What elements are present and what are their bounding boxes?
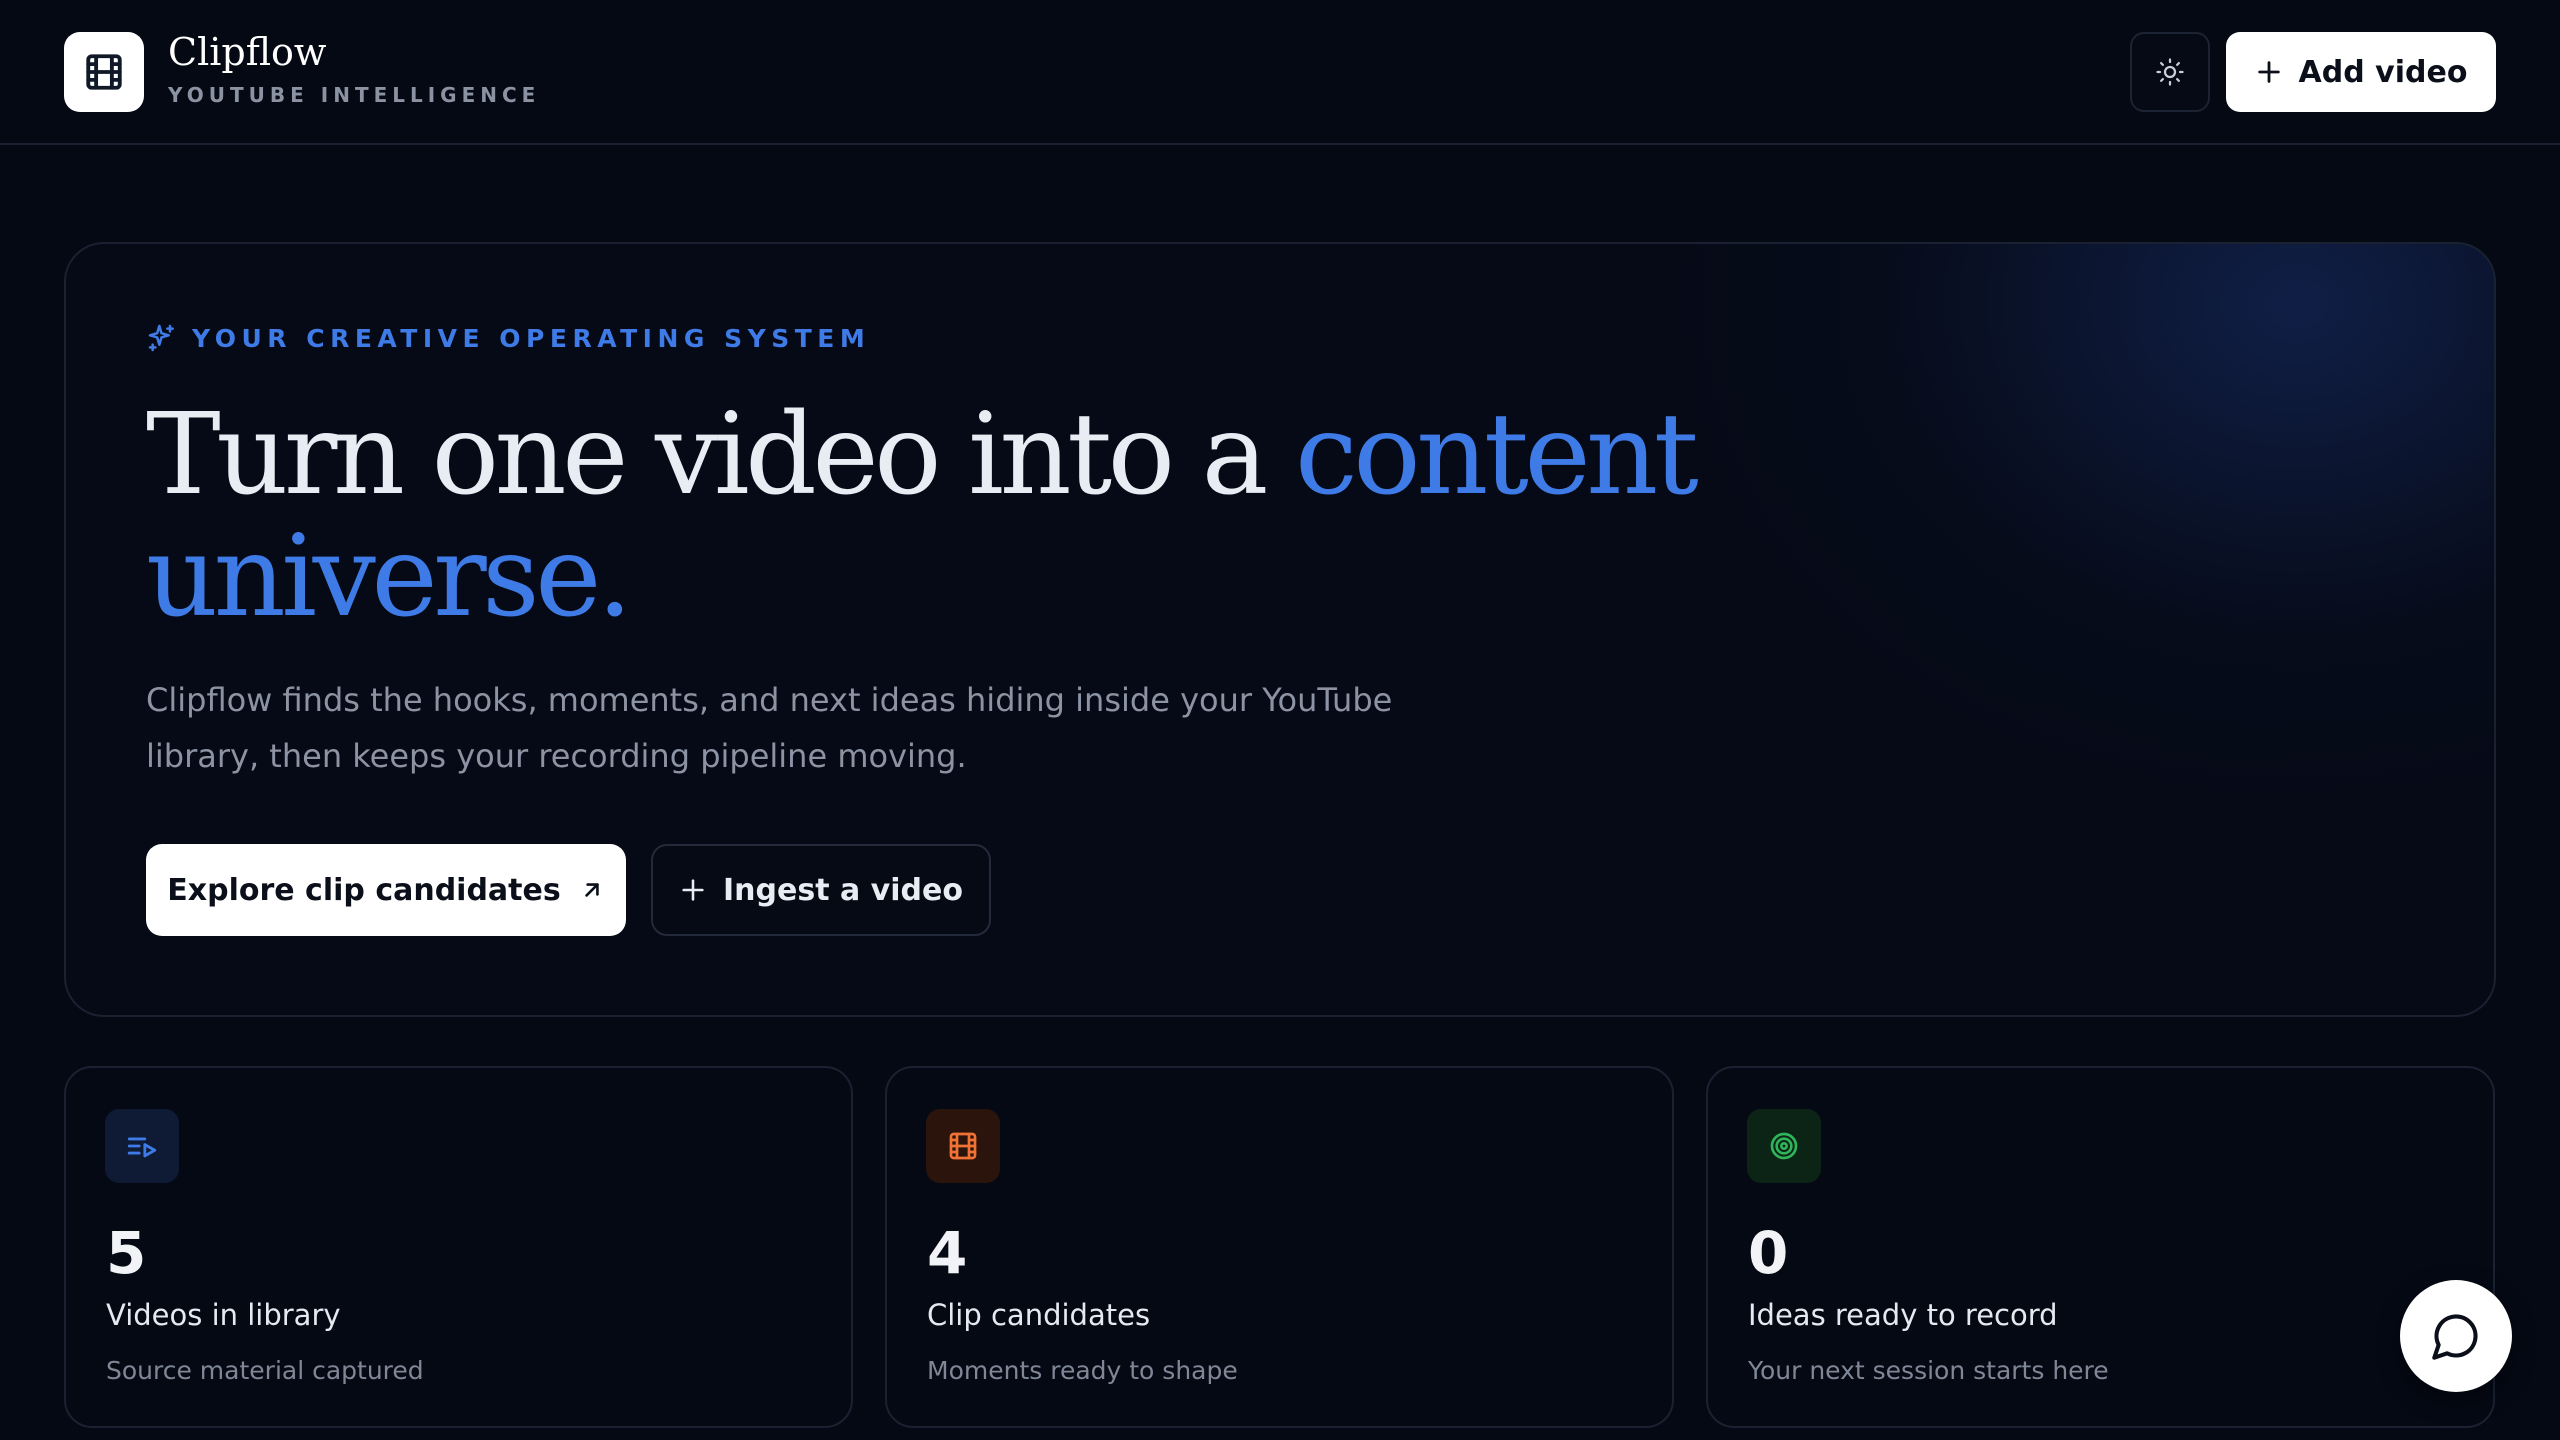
- hero-eyebrow-text: YOUR CREATIVE OPERATING SYSTEM: [192, 323, 871, 353]
- hero-card: YOUR CREATIVE OPERATING SYSTEM Turn one …: [64, 242, 2496, 1017]
- hero-description: Clipflow finds the hooks, moments, and n…: [146, 681, 1393, 775]
- brand-tagline: YOUTUBE INTELLIGENCE: [168, 83, 541, 107]
- ingest-video-label: Ingest a video: [723, 872, 963, 908]
- film-icon: [86, 54, 122, 90]
- stat-label: Ideas ready to record: [1748, 1298, 2058, 1332]
- stat-icon-clips: [926, 1109, 1000, 1183]
- add-video-label: Add video: [2298, 54, 2468, 90]
- hero-title: Turn one video into a content universe.: [146, 394, 1746, 638]
- plus-icon: [682, 879, 704, 901]
- target-icon: [1770, 1132, 1798, 1160]
- stat-value: 0: [1748, 1219, 1789, 1287]
- stat-label: Clip candidates: [927, 1298, 1151, 1332]
- stat-sublabel: Your next session starts here: [1748, 1356, 2109, 1385]
- stat-value: 5: [106, 1219, 147, 1287]
- sun-icon: [2156, 58, 2184, 86]
- plus-icon: [2257, 61, 2280, 83]
- stat-card-clips[interactable]: 4 Clip candidates Moments ready to shape: [885, 1066, 1674, 1428]
- brand-name: Clipflow: [168, 30, 327, 74]
- explore-clip-candidates-button[interactable]: Explore clip candidates: [146, 844, 626, 936]
- film-icon: [949, 1132, 977, 1160]
- ingest-video-button[interactable]: Ingest a video: [651, 844, 991, 936]
- chat-button[interactable]: [2400, 1280, 2512, 1392]
- explore-clip-candidates-label: Explore clip candidates: [167, 872, 561, 908]
- hero-eyebrow: YOUR CREATIVE OPERATING SYSTEM: [146, 322, 870, 354]
- stat-label: Videos in library: [106, 1298, 341, 1332]
- sparkles-icon: [148, 324, 174, 352]
- hero-title-plain: Turn one video into a: [146, 390, 1296, 520]
- stat-card-ideas[interactable]: 0 Ideas ready to record Your next sessio…: [1706, 1066, 2495, 1428]
- theme-toggle-button[interactable]: [2130, 32, 2210, 112]
- stat-sublabel: Moments ready to shape: [927, 1356, 1238, 1385]
- top-bar: Clipflow YOUTUBE INTELLIGENCE Add video: [0, 0, 2560, 145]
- stat-value: 4: [927, 1219, 968, 1287]
- stat-card-videos[interactable]: 5 Videos in library Source material capt…: [64, 1066, 853, 1428]
- app-logo[interactable]: [64, 32, 144, 112]
- message-circle-icon: [2432, 1314, 2478, 1360]
- stat-icon-videos: [105, 1109, 179, 1183]
- stat-sublabel: Source material captured: [106, 1356, 424, 1385]
- add-video-button[interactable]: Add video: [2226, 32, 2496, 112]
- list-video-icon: [127, 1137, 157, 1158]
- arrow-up-right-icon: [585, 883, 599, 897]
- stat-icon-ideas: [1747, 1109, 1821, 1183]
